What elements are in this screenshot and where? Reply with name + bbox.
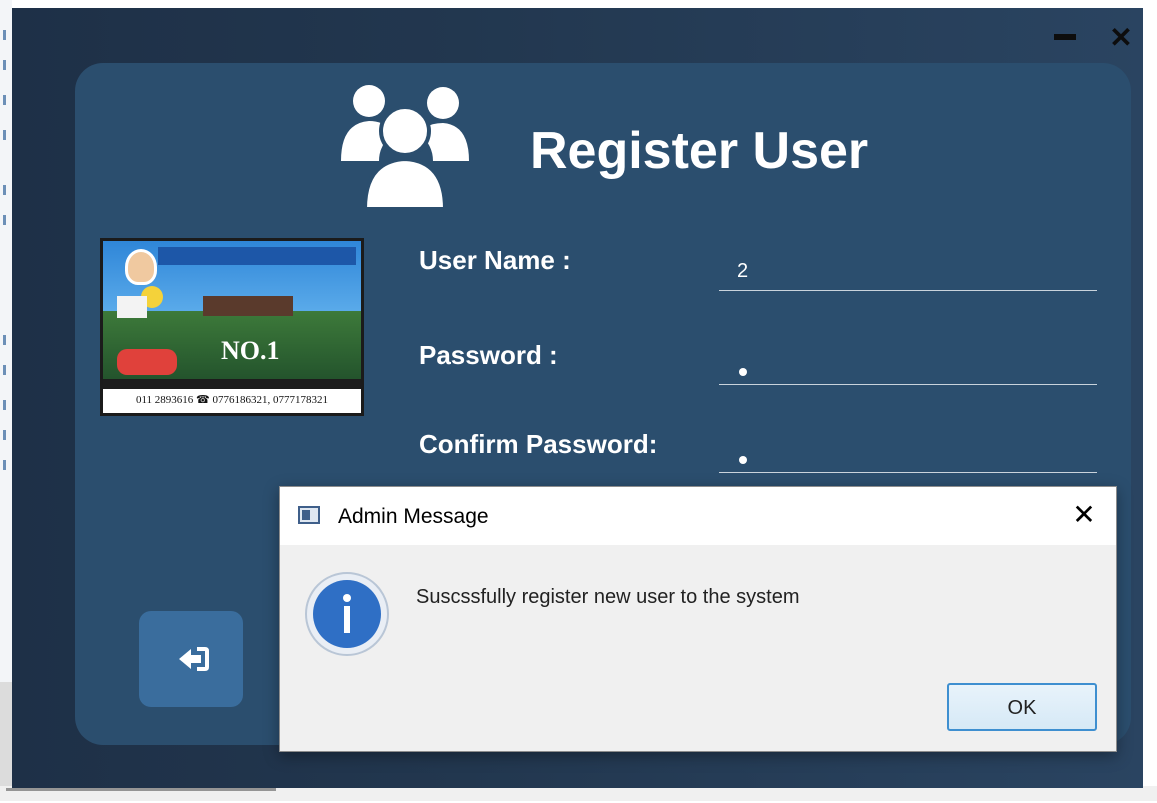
dialog-title: Admin Message xyxy=(338,505,489,528)
username-value: 2 xyxy=(737,260,749,282)
username-label: User Name : xyxy=(419,245,571,275)
ad-phone-text: 011 2893616 ☎ 0776186321, 0777178321 xyxy=(103,389,361,413)
desktop-background-bottom xyxy=(0,786,1157,801)
users-group-icon xyxy=(341,85,469,211)
username-field[interactable]: 2 xyxy=(719,248,1097,291)
back-button[interactable] xyxy=(139,611,243,707)
confirm-password-label: Confirm Password: xyxy=(419,429,658,459)
dialog-message: Suscssfully register new user to the sys… xyxy=(416,586,800,608)
confirm-password-field[interactable] xyxy=(719,430,1097,473)
admin-message-dialog: Admin Message ✕ Suscssfully register new… xyxy=(279,486,1117,752)
sign-in-arrow-icon xyxy=(179,647,209,671)
dialog-titlebar: Admin Message ✕ xyxy=(280,487,1116,545)
confirm-password-mask xyxy=(739,456,747,464)
password-mask xyxy=(739,368,747,376)
ok-button[interactable]: OK xyxy=(947,683,1097,731)
desktop-background-strip xyxy=(0,682,12,786)
desktop-background-left xyxy=(0,0,12,801)
close-icon[interactable]: ✕ xyxy=(1109,24,1133,52)
java-window-icon xyxy=(298,506,320,524)
ad-badge: NO.1 xyxy=(221,336,280,365)
advertisement-image: NO.1 011 2893616 ☎ 0776186321, 077717832… xyxy=(100,238,364,416)
dialog-close-icon[interactable]: ✕ xyxy=(1068,499,1100,531)
page-title: Register User xyxy=(530,122,869,180)
password-field[interactable] xyxy=(719,342,1097,385)
info-icon xyxy=(305,572,389,656)
password-label: Password : xyxy=(419,340,558,370)
minimize-icon[interactable] xyxy=(1052,34,1080,42)
